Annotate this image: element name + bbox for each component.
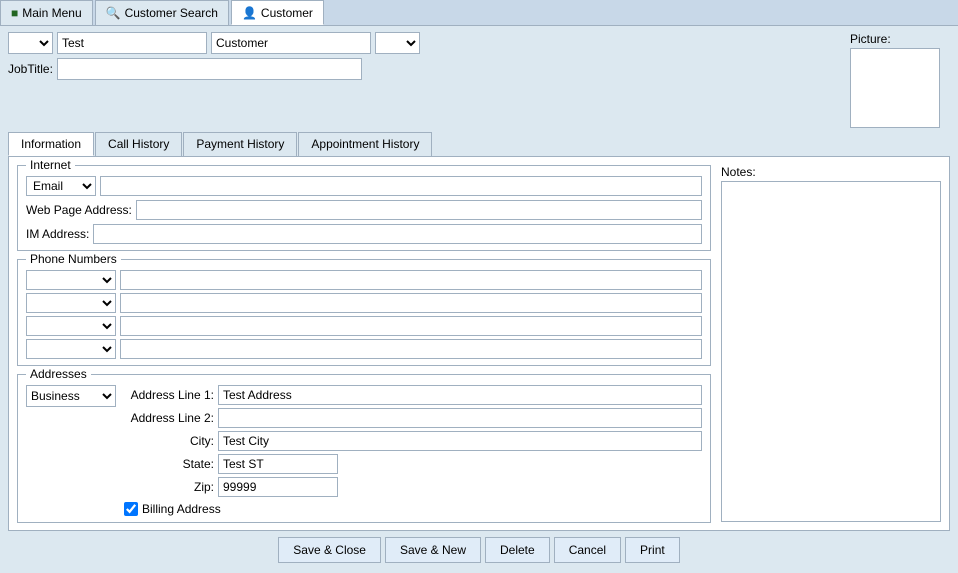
- search-icon: 🔍: [106, 6, 121, 20]
- tab-customer-search[interactable]: 🔍 Customer Search: [95, 0, 229, 25]
- email-input[interactable]: [100, 176, 702, 196]
- tab-payment-history[interactable]: Payment History: [183, 132, 297, 156]
- top-section: JobTitle: Picture:: [8, 32, 950, 128]
- tab-customer-label: Customer: [261, 6, 313, 20]
- title-bar: ■ Main Menu 🔍 Customer Search 👤 Customer: [0, 0, 958, 26]
- tab-row: Information Call History Payment History…: [8, 132, 950, 156]
- delete-button[interactable]: Delete: [485, 537, 550, 563]
- addresses-inner: Business Address Line 1: Address Line 2:: [26, 385, 702, 516]
- notes-textarea[interactable]: [721, 181, 941, 522]
- save-new-button[interactable]: Save & New: [385, 537, 481, 563]
- addresses-section-title: Addresses: [26, 367, 91, 381]
- im-row: IM Address:: [26, 224, 702, 244]
- cancel-button[interactable]: Cancel: [554, 537, 621, 563]
- addresses-section: Addresses Business Address Line 1: Addre…: [17, 374, 711, 523]
- notes-label: Notes:: [721, 165, 941, 179]
- webpage-row: Web Page Address:: [26, 200, 702, 220]
- phone-type-select-1[interactable]: [26, 270, 116, 290]
- print-button[interactable]: Print: [625, 537, 680, 563]
- first-name-input[interactable]: [57, 32, 207, 54]
- tab-appointment-history[interactable]: Appointment History: [298, 132, 432, 156]
- webpage-label: Web Page Address:: [26, 203, 132, 217]
- addr-city-input[interactable]: [218, 431, 702, 451]
- tab-information[interactable]: Information: [8, 132, 94, 156]
- tab-main-menu[interactable]: ■ Main Menu: [0, 0, 93, 25]
- tab-main-menu-label: Main Menu: [22, 6, 81, 20]
- phone-section: Phone Numbers: [17, 259, 711, 366]
- billing-checkbox[interactable]: [124, 502, 138, 516]
- name-fields: JobTitle:: [8, 32, 842, 80]
- phone-type-select-3[interactable]: [26, 316, 116, 336]
- main-content: JobTitle: Picture: Information Call Hist…: [0, 26, 958, 573]
- im-input[interactable]: [93, 224, 702, 244]
- notes-panel: Notes:: [721, 165, 941, 522]
- phone-row-2: [26, 293, 702, 313]
- phone-grid: [26, 270, 702, 359]
- tab-call-history[interactable]: Call History: [95, 132, 182, 156]
- addr-line2-input[interactable]: [218, 408, 702, 428]
- internet-grid: Email Web Page Address: IM Address:: [26, 176, 702, 244]
- addr-zip-label: Zip:: [124, 480, 214, 494]
- address-type-select[interactable]: Business: [26, 385, 116, 407]
- billing-row: Billing Address: [124, 502, 702, 516]
- grid-icon: ■: [11, 6, 18, 20]
- tab-customer-search-label: Customer Search: [125, 6, 218, 20]
- internet-section-title: Internet: [26, 158, 75, 172]
- phone-row-3: [26, 316, 702, 336]
- addr-state-row: State:: [124, 454, 702, 474]
- last-name-input[interactable]: [211, 32, 371, 54]
- tabs-section: Information Call History Payment History…: [8, 132, 950, 531]
- picture-box: Picture:: [850, 32, 940, 128]
- job-title-row: JobTitle:: [8, 58, 842, 80]
- addr-fields: Address Line 1: Address Line 2: City:: [124, 385, 702, 516]
- email-row: Email: [26, 176, 702, 196]
- addr-line2-row: Address Line 2:: [124, 408, 702, 428]
- addr-line2-label: Address Line 2:: [124, 411, 214, 425]
- addr-line1-row: Address Line 1:: [124, 385, 702, 405]
- phone-row-4: [26, 339, 702, 359]
- phone-type-select-2[interactable]: [26, 293, 116, 313]
- tab-content-information: Internet Email Web Page Address:: [8, 156, 950, 531]
- person-icon: 👤: [242, 6, 257, 20]
- im-label: IM Address:: [26, 227, 89, 241]
- addr-zip-input[interactable]: [218, 477, 338, 497]
- left-panel: Internet Email Web Page Address:: [17, 165, 711, 522]
- prefix-select[interactable]: [8, 32, 53, 54]
- addr-state-label: State:: [124, 457, 214, 471]
- phone-type-select-4[interactable]: [26, 339, 116, 359]
- phone-input-3[interactable]: [120, 316, 702, 336]
- phone-section-title: Phone Numbers: [26, 252, 121, 266]
- save-close-button[interactable]: Save & Close: [278, 537, 381, 563]
- addr-line1-input[interactable]: [218, 385, 702, 405]
- name-row: [8, 32, 842, 54]
- button-bar: Save & Close Save & New Delete Cancel Pr…: [8, 531, 950, 567]
- picture-frame: [850, 48, 940, 128]
- addr-line1-label: Address Line 1:: [124, 388, 214, 402]
- addr-city-label: City:: [124, 434, 214, 448]
- picture-label: Picture:: [850, 32, 891, 46]
- tab-customer[interactable]: 👤 Customer: [231, 0, 324, 25]
- phone-input-1[interactable]: [120, 270, 702, 290]
- email-type-select[interactable]: Email: [26, 176, 96, 196]
- job-title-label: JobTitle:: [8, 62, 53, 76]
- internet-section: Internet Email Web Page Address:: [17, 165, 711, 251]
- addr-state-input[interactable]: [218, 454, 338, 474]
- suffix-select[interactable]: [375, 32, 420, 54]
- phone-row-1: [26, 270, 702, 290]
- phone-input-4[interactable]: [120, 339, 702, 359]
- job-title-input[interactable]: [57, 58, 362, 80]
- webpage-input[interactable]: [136, 200, 702, 220]
- addr-zip-row: Zip:: [124, 477, 702, 497]
- addr-city-row: City:: [124, 431, 702, 451]
- billing-label: Billing Address: [142, 502, 221, 516]
- phone-input-2[interactable]: [120, 293, 702, 313]
